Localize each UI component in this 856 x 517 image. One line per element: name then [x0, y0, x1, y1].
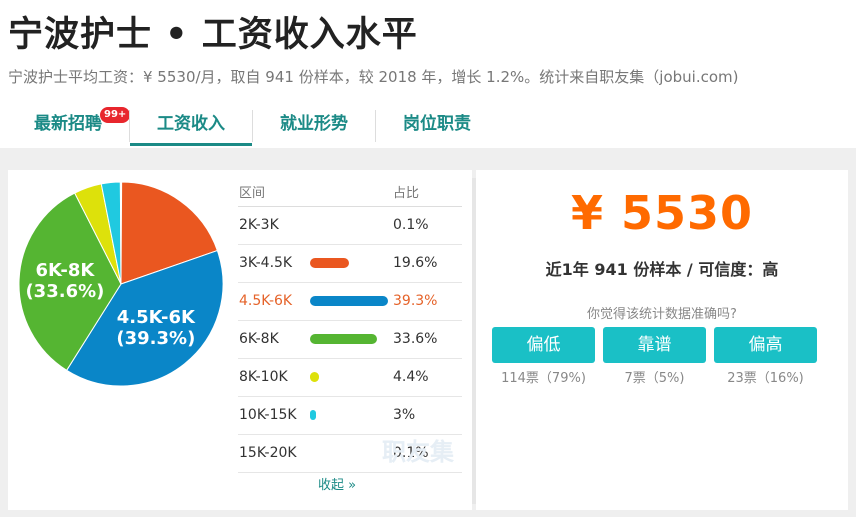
table-row[interactable]: 8K-10K 4.4% — [238, 359, 462, 397]
vote-high-button[interactable]: 偏高 — [714, 327, 817, 363]
range-label: 4.5K-6K — [239, 293, 293, 309]
header-range: 区间 — [239, 186, 266, 201]
pct-bar — [310, 334, 377, 344]
vote-accurate-button[interactable]: 靠谱 — [603, 327, 706, 363]
tab-employment[interactable]: 就业形势 — [253, 106, 375, 146]
tab-label: 岗位职责 — [403, 114, 471, 134]
salary-range-table: 区间 占比 2K-3K 0.1% 3K-4.5K 19.6% 4.5K-6K 39.3% 6… — [238, 178, 462, 473]
range-label: 8K-10K — [239, 369, 288, 385]
table-row[interactable]: 10K-15K 3% — [238, 397, 462, 435]
vote-low-button[interactable]: 偏低 — [492, 327, 595, 363]
page-title: 宁波护士 • 工资收入水平 — [8, 15, 418, 55]
vote-accurate-count: 7票（5%) — [624, 371, 685, 386]
table-row[interactable]: 6K-8K 33.6% — [238, 321, 462, 359]
header-pct: 占比 — [393, 186, 420, 201]
range-label: 10K-15K — [239, 407, 297, 423]
tab-badge: 99+ — [99, 106, 132, 124]
table-row[interactable]: 3K-4.5K 19.6% — [238, 245, 462, 283]
tab-salary[interactable]: 工资收入 — [130, 106, 252, 146]
pie-slice-label: 6K-8K (33.6%) — [25, 260, 104, 302]
range-label: 6K-8K — [239, 331, 279, 347]
pct-value: 39.3% — [393, 293, 438, 309]
vote-high-count: 23票（16%) — [727, 371, 804, 386]
pct-bar — [310, 296, 388, 306]
pie-slice-15K-20K[interactable] — [119, 181, 122, 285]
collapse-link[interactable]: 收起 » — [318, 474, 356, 493]
pct-value: 0.1% — [393, 217, 429, 233]
page-subtitle: 宁波护士平均工资：¥ 5530/月，取自 941 份样本，较 2018 年，增长… — [8, 68, 739, 86]
pie-label-pct: (33.6%) — [25, 281, 105, 303]
tab-duties[interactable]: 岗位职责 — [376, 106, 498, 146]
tab-label: 就业形势 — [280, 114, 348, 134]
tab-label: 最新招聘 — [34, 114, 102, 134]
average-salary: ¥ 5530 — [570, 186, 754, 240]
pct-value: 19.6% — [393, 255, 438, 271]
vote-low-count: 114票（79%) — [501, 371, 586, 386]
range-label: 2K-3K — [239, 217, 279, 233]
sample-info: 近1年 941 份样本 / 可信度：高 — [545, 260, 779, 279]
pie-label-range: 4.5K-6K — [116, 306, 195, 328]
pct-bar — [310, 410, 316, 420]
pct-value: 4.4% — [393, 369, 429, 385]
tab-bar: 最新招聘 99+ 工资收入 就业形势 岗位职责 — [0, 106, 856, 146]
pie-label-pct: (39.3%) — [116, 327, 196, 349]
pct-bar — [310, 258, 349, 268]
tab-label: 工资收入 — [157, 114, 225, 134]
table-row[interactable]: 4.5K-6K 39.3% — [238, 283, 462, 321]
pie-slice-label: 4.5K-6K (39.3%) — [116, 307, 195, 349]
accuracy-question: 你觉得该统计数据准确吗? — [587, 307, 737, 322]
pct-value: 33.6% — [393, 331, 438, 347]
watermark-text: 职友集 — [382, 438, 454, 466]
table-header: 区间 占比 — [238, 178, 462, 207]
table-row[interactable]: 2K-3K 0.1% — [238, 207, 462, 245]
range-label: 15K-20K — [239, 445, 297, 461]
pct-value: 3% — [393, 407, 416, 423]
pie-label-range: 6K-8K — [35, 260, 95, 282]
pct-bar — [310, 372, 319, 382]
range-label: 3K-4.5K — [239, 255, 293, 271]
